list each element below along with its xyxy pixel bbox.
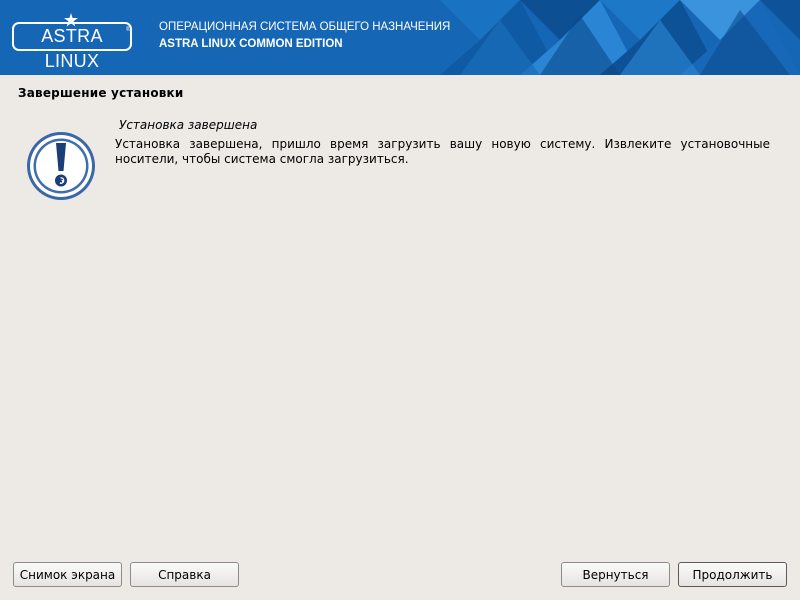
back-button[interactable]: Вернуться <box>561 562 670 587</box>
message-body: Установка завершена, пришло время загруз… <box>115 137 770 166</box>
page-title: Завершение установки <box>18 86 184 100</box>
astra-linux-logo: ASTRA LINUX <box>12 22 132 71</box>
header-banner: ASTRA LINUX ® ОПЕРАЦИОННАЯ СИСТЕМА ОБЩЕГ… <box>0 0 800 75</box>
banner-product-name: ASTRA LINUX COMMON EDITION <box>159 38 343 50</box>
logo-registered-mark: ® <box>126 27 131 33</box>
banner-subtitle: ОПЕРАЦИОННАЯ СИСТЕМА ОБЩЕГО НАЗНАЧЕНИЯ <box>159 21 451 33</box>
warning-exclamation-icon <box>27 132 95 200</box>
continue-button[interactable]: Продолжить <box>678 562 787 587</box>
help-button[interactable]: Справка <box>130 562 239 587</box>
message-heading: Установка завершена <box>119 118 258 132</box>
screenshot-button[interactable]: Снимок экрана <box>13 562 122 587</box>
